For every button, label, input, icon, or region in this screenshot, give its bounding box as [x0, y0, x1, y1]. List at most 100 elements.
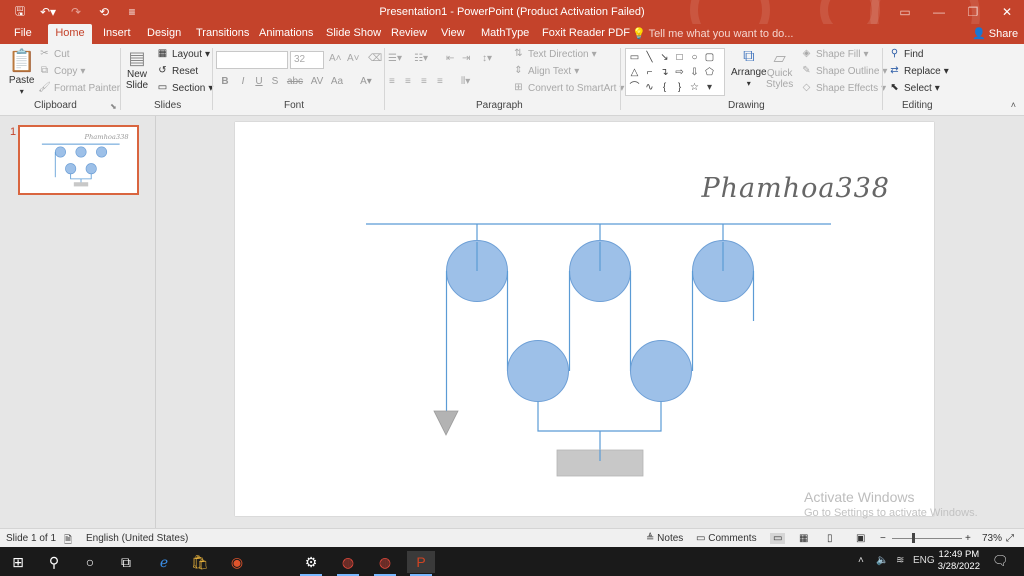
moving-pulley-1[interactable] — [507, 340, 569, 402]
tab-mathtype[interactable]: MathType — [477, 24, 533, 44]
maximize-icon[interactable]: ❐ — [956, 0, 990, 24]
down-arrow-shape-icon[interactable]: ⇩ — [687, 65, 702, 80]
align-left-icon[interactable]: ≡ — [389, 76, 395, 87]
volume-icon[interactable]: 🔈 — [876, 555, 888, 566]
language-indicator[interactable]: English (United States) — [86, 533, 188, 544]
input-language-indicator[interactable]: ENG — [913, 555, 935, 566]
tab-file[interactable]: File — [10, 24, 36, 44]
ribbon-display-icon[interactable]: ▭ — [888, 0, 922, 24]
powerpoint-icon[interactable]: P — [407, 551, 435, 576]
triangle-shape-icon[interactable]: △ — [627, 65, 642, 80]
columns-icon[interactable]: ⫴▾ — [461, 76, 470, 87]
change-case-icon[interactable]: Aa — [326, 76, 348, 87]
tab-view[interactable]: View — [437, 24, 469, 44]
tab-transitions[interactable]: Transitions — [192, 24, 253, 44]
cut-button[interactable]: ✂ Cut — [38, 48, 69, 60]
line-spacing-icon[interactable]: ↕▾ — [482, 53, 492, 64]
shrink-font-icon[interactable]: A˅ — [347, 53, 360, 64]
new-slide-button[interactable]: ▤ New Slide — [124, 48, 150, 91]
section-button[interactable]: ▭ Section ▾ — [156, 82, 214, 94]
notes-button[interactable]: ≜ Notes — [646, 533, 683, 544]
bold-icon[interactable]: B — [218, 76, 232, 87]
font-name-field[interactable] — [216, 51, 288, 69]
right-arrow-shape-icon[interactable]: ⇨ — [672, 65, 687, 80]
tab-home[interactable]: Home — [48, 24, 92, 44]
copy-button[interactable]: ⧉ Copy ▾ — [38, 65, 85, 77]
find-button[interactable]: ⚲ Find — [888, 48, 924, 60]
grow-font-icon[interactable]: A˄ — [329, 53, 342, 64]
curve-shape-icon[interactable]: ∿ — [642, 80, 657, 95]
font-color-icon[interactable]: A▾ — [356, 76, 376, 87]
underline-icon[interactable]: U — [252, 76, 266, 87]
oval-shape-icon[interactable]: ○ — [687, 50, 702, 65]
pulley-frame[interactable] — [537, 401, 662, 432]
reading-view-icon[interactable]: ▯ — [827, 533, 833, 544]
bullets-icon[interactable]: ☰▾ — [388, 53, 402, 64]
text-direction-button[interactable]: ⇅ Text Direction ▾ — [512, 48, 596, 60]
connector-shape-icon[interactable]: ↴ — [657, 65, 672, 80]
quick-styles-button[interactable]: ▱ Quick Styles — [766, 48, 793, 90]
rectangle-shape-icon[interactable]: □ — [672, 50, 687, 65]
comments-button[interactable]: ▭ Comments — [696, 533, 757, 544]
task-view-icon[interactable]: ⧉ — [112, 551, 140, 573]
select-button[interactable]: ⬉ Select ▾ — [888, 82, 940, 94]
windows-start-icon[interactable]: ⊞ — [4, 551, 32, 573]
tell-me-box[interactable]: 💡 Tell me what you want to do... — [632, 27, 793, 40]
tab-insert[interactable]: Insert — [99, 24, 135, 44]
zoom-slider-thumb[interactable] — [912, 533, 915, 543]
convert-smartart-button[interactable]: ⊞ Convert to SmartArt ▾ — [512, 82, 624, 94]
arrange-button[interactable]: ⧉ Arrange ▾ — [731, 48, 767, 88]
character-spacing-icon[interactable]: AV — [306, 76, 328, 87]
zoom-in-icon[interactable]: + — [965, 533, 971, 544]
show-hidden-icons-icon[interactable]: ˄ — [858, 555, 864, 566]
cortana-icon[interactable]: ○ — [76, 551, 104, 573]
shape-effects-button[interactable]: ◇ Shape Effects ▾ — [800, 82, 886, 94]
callout-shape-icon[interactable]: ⬠ — [702, 65, 717, 80]
italic-icon[interactable]: I — [236, 76, 250, 87]
layout-button[interactable]: ▦ Layout ▾ — [156, 48, 210, 60]
settings-gear-icon[interactable]: ⚙ — [297, 551, 325, 576]
replace-button[interactable]: ⇄ Replace ▾ — [888, 65, 948, 77]
moving-pulley-2[interactable] — [630, 340, 692, 402]
slideshow-view-icon[interactable]: ▣ — [856, 533, 865, 544]
wifi-icon[interactable]: ≋ — [896, 555, 904, 566]
decrease-indent-icon[interactable]: ⇤ — [446, 53, 454, 64]
zoom-slider-track[interactable] — [892, 538, 962, 539]
reset-button[interactable]: ↺ Reset — [156, 65, 198, 77]
zoom-level[interactable]: 73% — [982, 533, 1002, 544]
store-icon[interactable]: 🛍 — [186, 551, 214, 573]
shape-fill-button[interactable]: ◈ Shape Fill ▾ — [800, 48, 869, 60]
align-center-icon[interactable]: ≡ — [405, 76, 411, 87]
dialog-launcher-icon[interactable]: ⬊ — [110, 102, 117, 111]
edge-browser-icon[interactable]: ℯ — [150, 551, 178, 573]
gallery-more-icon[interactable]: ▾ — [702, 80, 717, 95]
rounded-rect-shape-icon[interactable]: ▢ — [702, 50, 717, 65]
chrome-profile-icon[interactable]: ◍ — [371, 551, 399, 576]
force-arrow-triangle[interactable] — [433, 410, 459, 436]
line-shape-icon[interactable]: ╲ — [642, 50, 657, 65]
tab-foxit-reader-pdf[interactable]: Foxit Reader PDF — [538, 24, 634, 44]
app-icon[interactable]: ◉ — [223, 551, 251, 573]
format-painter-button[interactable]: 🖌 Format Painter — [38, 82, 120, 94]
tab-slide-show[interactable]: Slide Show — [322, 24, 385, 44]
slide-canvas[interactable]: Phamhoa338 — [235, 122, 934, 516]
arc-shape-icon[interactable]: ⌒ — [627, 80, 642, 95]
system-clock[interactable]: 12:49 PM 3/28/2022 — [938, 549, 980, 573]
increase-indent-icon[interactable]: ⇥ — [462, 53, 470, 64]
tab-review[interactable]: Review — [387, 24, 431, 44]
paste-button[interactable]: 📋 Paste ▾ — [8, 48, 35, 96]
strikethrough-icon[interactable]: abc — [284, 76, 306, 87]
minimize-icon[interactable]: — — [922, 0, 956, 24]
slide-thumbnail[interactable]: Phamhoa338 — [18, 125, 139, 195]
notifications-icon[interactable]: 🗨 — [992, 553, 1009, 569]
textbox-shape-icon[interactable]: ▭ — [627, 50, 642, 65]
collapse-ribbon-icon[interactable]: ˄ — [1011, 100, 1016, 110]
share-button[interactable]: 👤 Share — [972, 27, 1018, 40]
zoom-out-icon[interactable]: − — [880, 533, 886, 544]
font-size-field[interactable]: 32 — [290, 51, 324, 69]
star-shape-icon[interactable]: ☆ — [687, 80, 702, 95]
elbow-connector-shape-icon[interactable]: ⌐ — [642, 65, 657, 80]
close-icon[interactable]: ✕ — [990, 0, 1024, 24]
align-text-button[interactable]: ⇕ Align Text ▾ — [512, 65, 579, 77]
fit-to-window-icon[interactable]: ⤢ — [1006, 533, 1014, 544]
